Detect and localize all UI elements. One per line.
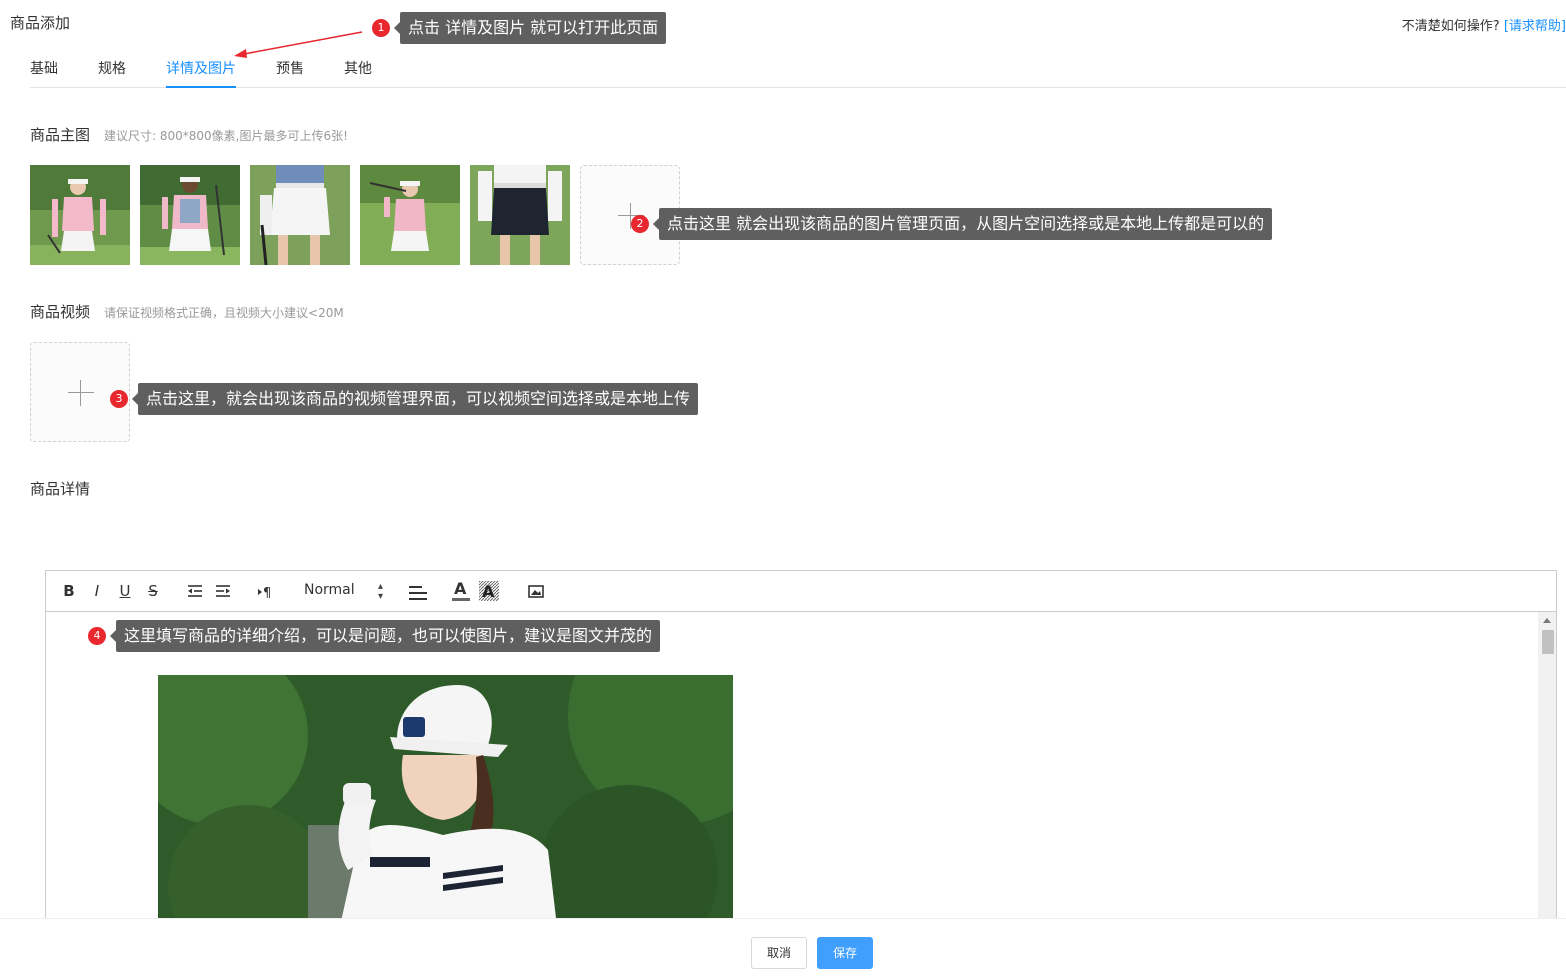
bold-button[interactable]: B [62, 582, 76, 602]
save-button[interactable]: 保存 [817, 937, 873, 969]
select-arrows-icon: ▴ ▾ [378, 581, 384, 602]
details-title: 商品详情 [30, 480, 91, 498]
editor-content[interactable]: 4 这里填写商品的详细介绍，可以是问题，也可以使图片，建议是图文并茂的 [46, 612, 1538, 929]
italic-button[interactable]: I [90, 582, 104, 602]
product-image-1[interactable] [30, 165, 130, 265]
video-title: 商品视频 [30, 303, 91, 321]
detail-image [158, 675, 733, 929]
video-hint: 请保证视频格式正确，且视频大小建议<20M [104, 306, 344, 320]
main-images-section: 商品主图 建议尺寸: 800*800像素,图片最多可上传6张! [30, 124, 348, 145]
main-images-hint: 建议尺寸: 800*800像素,图片最多可上传6张! [104, 129, 348, 143]
help-prefix: 不清楚如何操作? [1401, 19, 1500, 34]
image-insert-icon[interactable] [528, 582, 544, 602]
outdent-icon[interactable] [186, 582, 204, 602]
scroll-up-icon[interactable] [1543, 618, 1551, 623]
background-color-icon[interactable]: A [478, 581, 500, 602]
footer-bar: 取消 保存 [0, 918, 1566, 978]
cancel-button[interactable]: 取消 [751, 937, 807, 969]
callout-marker-3: 3 [110, 390, 128, 408]
main-images-title: 商品主图 [30, 126, 91, 144]
underline-button[interactable]: U [118, 582, 132, 602]
format-select[interactable]: Normal ▴ ▾ [304, 582, 390, 602]
scroll-thumb[interactable] [1542, 630, 1554, 654]
svg-text:A: A [482, 582, 495, 601]
align-icon[interactable] [408, 582, 428, 602]
product-image-5[interactable] [470, 165, 570, 265]
video-section: 商品视频 请保证视频格式正确，且视频大小建议<20M [30, 301, 344, 322]
callout-marker-2: 2 [631, 215, 649, 233]
editor-toolbar: B I U S ¶ Normal ▴ ▾ A A [46, 571, 1556, 612]
product-image-2[interactable] [140, 165, 240, 265]
svg-text:¶: ¶ [263, 586, 271, 600]
strike-button[interactable]: S [146, 582, 160, 602]
callout-4: 这里填写商品的详细介绍，可以是问题，也可以使图片，建议是图文并茂的 [109, 620, 661, 652]
callout-2: 点击这里 就会出现该商品的图片管理页面，从图片空间选择或是本地上传都是可以的 [652, 208, 1273, 240]
rich-text-editor: B I U S ¶ Normal ▴ ▾ A A 4 这里填写商品的详细介绍，可… [45, 570, 1557, 930]
help-link[interactable]: [请求帮助] [1504, 19, 1566, 34]
text-direction-icon[interactable]: ¶ [256, 582, 274, 602]
callout-3: 点击这里，就会出现该商品的视频管理界面，可以视频空间选择或是本地上传 [131, 383, 699, 415]
indent-icon[interactable] [214, 582, 232, 602]
callout-marker-4: 4 [88, 627, 106, 645]
editor-scrollbar[interactable] [1538, 612, 1556, 929]
product-image-4[interactable] [360, 165, 460, 265]
callout-marker-1: 1 [372, 19, 390, 37]
format-select-value: Normal [304, 582, 355, 598]
product-image-3[interactable] [250, 165, 350, 265]
help-text: 不清楚如何操作? [请求帮助] [1402, 15, 1566, 34]
svg-text:A: A [454, 580, 467, 598]
font-color-icon[interactable]: A [451, 579, 471, 602]
callout-1: 点击 详情及图片 就可以打开此页面 [393, 12, 667, 44]
callout-arrow [234, 31, 363, 58]
